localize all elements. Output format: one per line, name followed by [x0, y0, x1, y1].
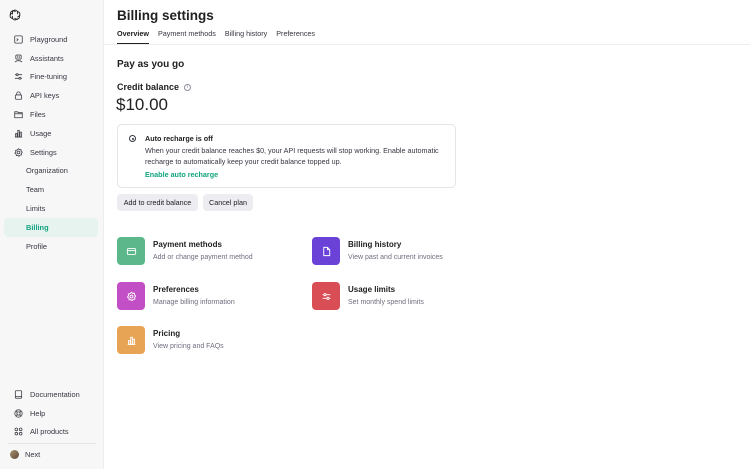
document-icon: [312, 237, 340, 265]
credit-balance-label: Credit balance: [117, 82, 180, 92]
card-preferences[interactable]: Preferences Manage billing information: [117, 282, 235, 310]
sidebar-item-help[interactable]: Help: [4, 404, 98, 423]
sidebar-item-assistants[interactable]: Assistants: [4, 49, 98, 68]
card-title: Billing history: [348, 240, 402, 249]
main-content: Billing settings Overview Payment method…: [104, 0, 750, 469]
sidebar-item-label: API keys: [30, 91, 60, 101]
enable-auto-recharge-link[interactable]: Enable auto recharge: [145, 170, 218, 179]
grid-icon: [14, 427, 23, 436]
openai-logo-icon[interactable]: [8, 8, 22, 22]
card-title: Payment methods: [153, 240, 222, 249]
card-text: Pricing View pricing and FAQs: [153, 326, 224, 354]
sidebar-item-label: Settings: [30, 147, 57, 157]
credit-balance-value: $10.00: [116, 95, 168, 114]
sidebar-item-documentation[interactable]: Documentation: [4, 385, 98, 404]
sidebar-item-label: Help: [30, 408, 46, 418]
card-pricing[interactable]: Pricing View pricing and FAQs: [117, 326, 224, 354]
card-subtitle: View pricing and FAQs: [153, 343, 224, 350]
help-icon: [14, 409, 23, 418]
sidebar-item-fine-tuning[interactable]: Fine-tuning: [4, 68, 98, 87]
sidebar-item-label: Assistants: [30, 53, 64, 63]
folder-icon: [14, 110, 23, 119]
credit-balance-heading: Credit balance i: [117, 82, 192, 92]
robot-icon: [14, 54, 23, 63]
section-title: Pay as you go: [117, 59, 185, 70]
card-subtitle: Manage billing information: [153, 299, 235, 306]
sidebar-item-all-products[interactable]: All products: [4, 423, 98, 442]
gear-icon: [14, 147, 23, 157]
card-text: Payment methods Add or change payment me…: [153, 237, 253, 265]
bar-chart-icon: [117, 326, 145, 354]
radio-icon: [129, 135, 136, 142]
card-subtitle: Add or change payment method: [153, 254, 253, 261]
sidebar-item-usage[interactable]: Usage: [4, 124, 98, 143]
bar-chart-icon: [14, 129, 23, 138]
add-to-credit-balance-button[interactable]: Add to credit balance: [117, 194, 198, 211]
sidebar-bottom-nav: Documentation Help All products: [0, 385, 104, 441]
card-title: Pricing: [153, 329, 181, 338]
card-text: Usage limits Set monthly spend limits: [348, 282, 424, 310]
sidebar-item-billing[interactable]: Billing: [4, 217, 98, 237]
tab-billing-history[interactable]: Billing history: [225, 26, 267, 44]
lock-icon: [14, 91, 23, 100]
book-icon: [14, 390, 23, 399]
sidebar-item-label: Fine-tuning: [30, 72, 67, 82]
card-usage-limits[interactable]: Usage limits Set monthly spend limits: [312, 282, 424, 310]
sidebar-item-playground[interactable]: Playground: [4, 30, 98, 49]
card-text: Billing history View past and current in…: [348, 237, 443, 265]
tabs-divider: [104, 43, 750, 45]
sidebar-item-label: Usage: [30, 128, 52, 138]
card-title: Preferences: [153, 285, 199, 294]
sidebar-item-profile[interactable]: Profile: [4, 237, 98, 256]
sidebar-divider: [8, 443, 96, 444]
sidebar-item-label: All products: [30, 427, 69, 437]
sidebar-nav: Playground Assistants Fine-tuning API ke…: [0, 30, 104, 256]
sidebar-item-files[interactable]: Files: [4, 105, 98, 124]
avatar: [10, 450, 19, 459]
card-text: Preferences Manage billing information: [153, 282, 235, 310]
sidebar-item-label: Limits: [26, 204, 46, 214]
tab-bar: Overview Payment methods Billing history…: [117, 26, 324, 44]
gear-icon: [117, 282, 145, 310]
sidebar-item-label: Documentation: [30, 389, 80, 399]
card-title: Usage limits: [348, 285, 396, 294]
card-subtitle: Set monthly spend limits: [348, 299, 424, 306]
sidebar-item-label: Playground: [30, 34, 68, 44]
auto-recharge-description: When your credit balance reaches $0, you…: [145, 146, 439, 166]
credit-card-icon: [117, 237, 145, 265]
tab-payment-methods[interactable]: Payment methods: [158, 26, 216, 44]
sidebar-item-settings[interactable]: Settings: [4, 143, 98, 162]
sidebar-item-label: Billing: [26, 222, 49, 232]
sidebar-item-team[interactable]: Team: [4, 180, 98, 199]
sidebar-item-label: Organization: [26, 166, 68, 176]
sidebar-item-label: Profile: [26, 241, 47, 251]
terminal-icon: [14, 35, 23, 44]
cancel-plan-button[interactable]: Cancel plan: [203, 194, 253, 211]
tab-overview[interactable]: Overview: [117, 26, 149, 44]
sliders-icon: [14, 72, 23, 81]
sidebar: Playground Assistants Fine-tuning API ke…: [0, 0, 104, 469]
info-icon[interactable]: i: [184, 83, 192, 91]
sidebar-item-label: Team: [26, 185, 45, 195]
sidebar-item-api-keys[interactable]: API keys: [4, 86, 98, 105]
sidebar-item-label: Files: [30, 110, 46, 120]
sidebar-item-limits[interactable]: Limits: [4, 199, 98, 218]
card-subtitle: View past and current invoices: [348, 254, 443, 261]
sliders-icon: [312, 282, 340, 310]
page-title: Billing settings: [117, 8, 214, 23]
user-menu[interactable]: Next: [10, 448, 40, 461]
sidebar-item-organization[interactable]: Organization: [4, 162, 98, 181]
card-billing-history[interactable]: Billing history View past and current in…: [312, 237, 443, 265]
card-payment-methods[interactable]: Payment methods Add or change payment me…: [117, 237, 253, 265]
user-name: Next: [25, 450, 41, 459]
tab-preferences[interactable]: Preferences: [276, 26, 315, 44]
auto-recharge-title: Auto recharge is off: [145, 134, 213, 143]
auto-recharge-card: Auto recharge is off When your credit ba…: [117, 124, 456, 188]
